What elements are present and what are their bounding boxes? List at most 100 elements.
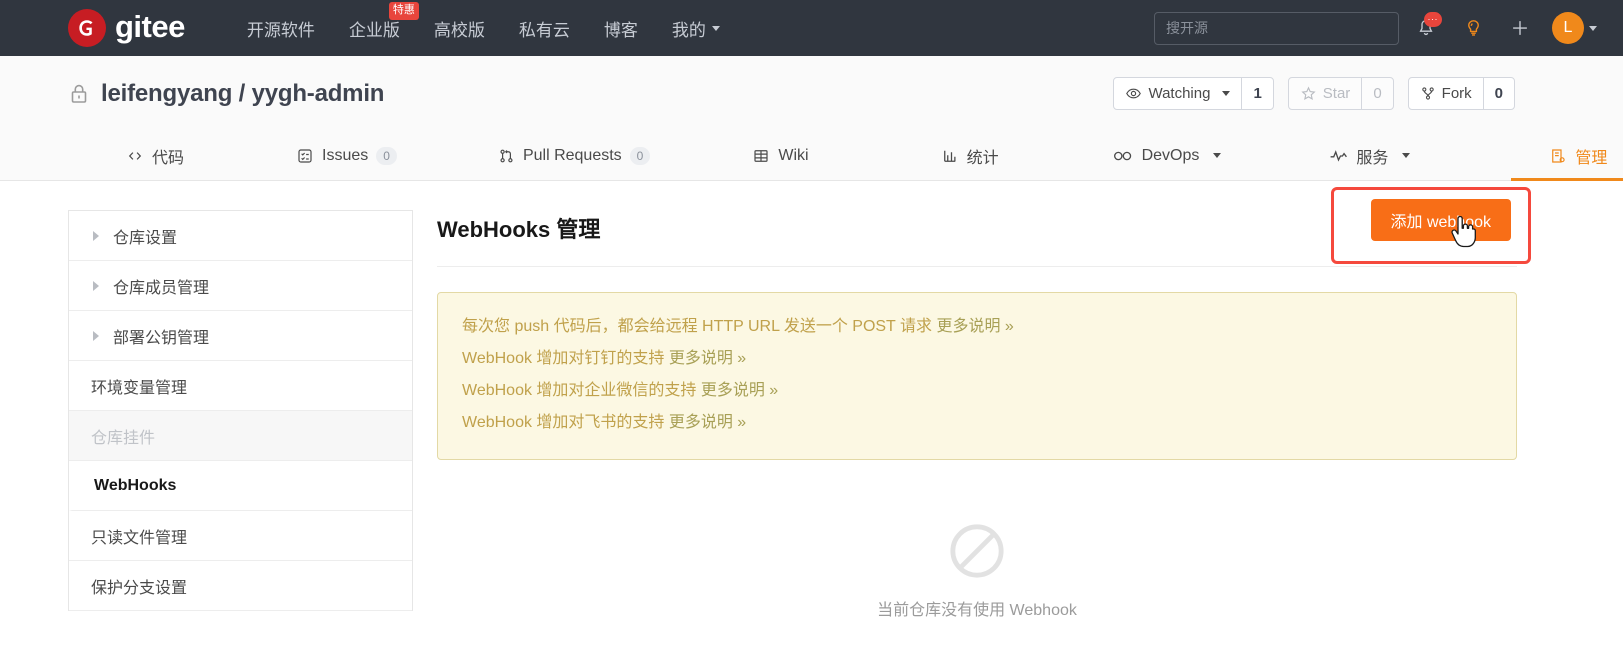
gitee-logo[interactable]: gitee [68, 9, 185, 47]
pull-request-icon [500, 149, 513, 162]
tab-label: 服务 [1356, 149, 1389, 167]
sidebar-item-repo-settings[interactable]: 仓库设置 [69, 211, 412, 261]
tab-label: Pull Requests [522, 146, 622, 164]
topnav-item-university[interactable]: 高校版 [417, 0, 502, 56]
code-icon [128, 151, 142, 160]
topnav-label: 私有云 [518, 20, 570, 40]
tips-button[interactable] [1453, 8, 1493, 48]
topnav-item-mine[interactable]: 我的 [655, 0, 737, 56]
repository-header: leifengyang / yygh-admin Watching 1 Star… [0, 56, 1623, 131]
tab-label: 管理 [1575, 149, 1608, 167]
fork-label: Fork [1441, 85, 1472, 102]
no-entry-icon [950, 524, 1004, 578]
star-button[interactable]: Star [1289, 78, 1362, 109]
main-title: WebHooks 管理 [437, 217, 601, 242]
tab-wiki[interactable]: Wiki [744, 131, 816, 180]
topnav-label: 博客 [603, 20, 638, 40]
topnav-label: 开源软件 [246, 20, 315, 40]
watch-button-group[interactable]: Watching 1 [1113, 77, 1274, 110]
tab-count: 0 [629, 146, 651, 165]
tab-issues[interactable]: Issues 0 [288, 131, 405, 180]
more-info-link[interactable]: 更多说明 » [669, 350, 746, 367]
chevron-down-icon [1213, 153, 1222, 158]
create-new-button[interactable] [1500, 8, 1540, 48]
chart-icon [943, 150, 956, 162]
sidebar-item-deploy-keys[interactable]: 部署公钥管理 [69, 311, 412, 361]
empty-state-text: 当前仓库没有使用 Webhook [877, 602, 1077, 619]
star-count[interactable]: 0 [1361, 78, 1392, 109]
gitee-logo-icon [68, 9, 106, 47]
chevron-down-icon [1402, 153, 1411, 158]
breadcrumb: leifengyang / yygh-admin [68, 80, 384, 108]
sidebar-item-label: 只读文件管理 [91, 529, 188, 547]
notice-line: WebHook 增加对飞书的支持 更多说明 » [462, 407, 1492, 439]
tab-label: 代码 [152, 149, 185, 167]
lock-icon [71, 84, 87, 103]
sidebar-item-widgets: 仓库挂件 [69, 411, 412, 461]
tab-devops[interactable]: DevOps [1104, 131, 1230, 180]
page-title[interactable]: leifengyang / yygh-admin [101, 80, 384, 108]
sidebar-item-label: 部署公钥管理 [113, 329, 210, 347]
chevron-right-icon [93, 280, 99, 291]
watch-count[interactable]: 1 [1241, 78, 1272, 109]
fork-count[interactable]: 0 [1482, 78, 1514, 109]
tab-label: 统计 [966, 149, 999, 167]
star-button-group[interactable]: Star 0 [1287, 77, 1394, 110]
watch-button[interactable]: Watching [1114, 78, 1241, 109]
topnav-label: 高校版 [433, 20, 485, 40]
sidebar-item-webhooks[interactable]: WebHooks [69, 461, 412, 511]
topnav-item-privatecloud[interactable]: 私有云 [502, 0, 587, 56]
notice-text: WebHook 增加对企业微信的支持 [462, 382, 701, 399]
top-navigation-bar: gitee 开源软件 企业版 特惠 高校版 私有云 博客 我的 搜开源 ··· … [0, 0, 1623, 56]
topnav-item-enterprise[interactable]: 企业版 特惠 [332, 0, 419, 56]
avatar-chevron-down-icon[interactable] [1589, 25, 1597, 31]
lightbulb-icon [1467, 19, 1479, 36]
tab-label: Issues [322, 146, 369, 164]
fork-button[interactable]: Fork [1409, 78, 1483, 109]
search-input[interactable] [1154, 11, 1399, 45]
notifications-button[interactable]: ··· [1406, 8, 1446, 48]
top-right-actions: ··· L [1154, 0, 1597, 56]
manage-icon [1552, 148, 1566, 163]
repository-tabs: 代码 Issues 0 Pull Requests 0 Wiki 统计 DevO… [0, 131, 1623, 181]
notice-line: 每次您 push 代码后，都会给远程 HTTP URL 发送一个 POST 请求… [462, 311, 1492, 343]
tab-count: 0 [376, 146, 397, 165]
more-info-link[interactable]: 更多说明 » [669, 414, 746, 431]
tab-pull-requests[interactable]: Pull Requests 0 [490, 131, 658, 180]
sidebar-item-label: 保护分支设置 [91, 579, 188, 597]
avatar[interactable]: L [1552, 12, 1584, 44]
topnav-label: 我的 [671, 20, 706, 40]
chevron-down-icon [711, 25, 720, 31]
chevron-right-icon [93, 330, 99, 341]
notification-count-badge: ··· [1423, 12, 1442, 27]
sidebar-item-label: 仓库挂件 [91, 429, 156, 447]
topnav-item-opensource[interactable]: 开源软件 [230, 0, 332, 56]
tab-label: Wiki [778, 146, 809, 164]
sidebar-item-readonly-files[interactable]: 只读文件管理 [69, 511, 412, 561]
book-icon [754, 149, 768, 162]
topnav-item-blog[interactable]: 博客 [587, 0, 655, 56]
more-info-link[interactable]: 更多说明 » [701, 382, 778, 399]
tab-service[interactable]: 服务 [1321, 131, 1418, 180]
chevron-down-icon [1222, 91, 1231, 96]
empty-state: 当前仓库没有使用 Webhook [437, 522, 1517, 620]
sidebar-item-label: 仓库设置 [113, 229, 178, 247]
tab-manage[interactable]: 管理 [1511, 131, 1623, 181]
notice-line: WebHook 增加对企业微信的支持 更多说明 » [462, 375, 1492, 407]
fork-button-group[interactable]: Fork 0 [1407, 77, 1515, 110]
promo-badge: 特惠 [388, 2, 419, 20]
sidebar-item-protected-branches[interactable]: 保护分支设置 [69, 561, 412, 611]
tab-code[interactable]: 代码 [118, 131, 192, 180]
pulse-icon [1330, 149, 1348, 162]
main-header: WebHooks 管理 添加 webhook [437, 182, 1531, 267]
sidebar-item-members[interactable]: 仓库成员管理 [69, 261, 412, 311]
add-webhook-button[interactable]: 添加 webhook [1370, 199, 1511, 241]
chevron-right-icon [93, 230, 99, 241]
tab-stats[interactable]: 统计 [933, 131, 1007, 180]
star-icon [1301, 86, 1316, 100]
issues-icon [298, 148, 312, 163]
sidebar-item-label: WebHooks [94, 476, 177, 494]
eye-icon [1126, 88, 1142, 99]
more-info-link[interactable]: 更多说明 » [936, 318, 1013, 335]
sidebar-item-env-vars[interactable]: 环境变量管理 [69, 361, 412, 411]
